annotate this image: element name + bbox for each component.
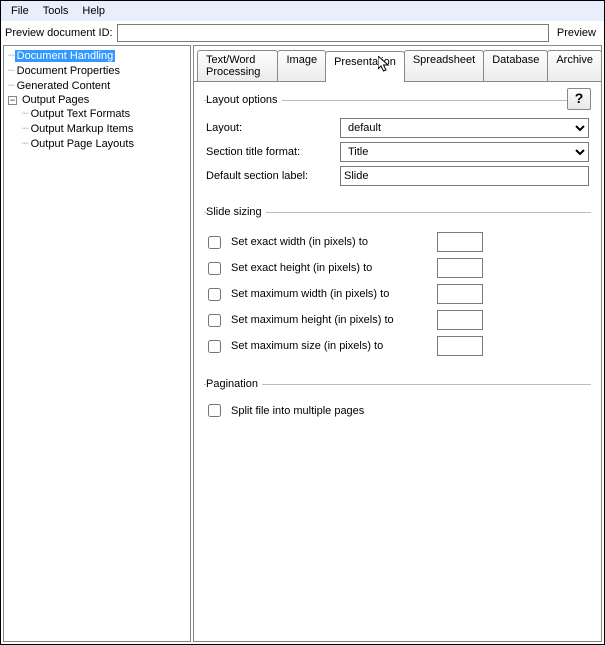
menu-help[interactable]: Help [76, 3, 111, 19]
max-height-input[interactable] [437, 310, 483, 330]
max-width-input[interactable] [437, 284, 483, 304]
layout-select[interactable]: default [340, 118, 589, 138]
section-title-format-select[interactable]: Title [340, 142, 589, 162]
tree-item-output-page-layouts[interactable]: ┈Output Page Layouts [22, 136, 190, 151]
max-height-label: Set maximum height (in pixels) to [231, 314, 431, 326]
exact-height-checkbox[interactable] [208, 262, 221, 275]
tree-item-output-markup-items[interactable]: ┈Output Markup Items [22, 121, 190, 136]
default-section-label-label: Default section label: [206, 170, 334, 182]
tab-text-word-processing[interactable]: Text/Word Processing [197, 50, 278, 81]
split-file-label: Split file into multiple pages [231, 405, 364, 417]
menu-file[interactable]: File [5, 3, 35, 19]
tabstrip: Text/Word Processing Image Presentation … [194, 50, 601, 82]
navigation-tree[interactable]: ┈Document Handling ┈Document Properties … [3, 45, 191, 642]
split-file-checkbox[interactable] [208, 404, 221, 417]
preview-toolbar: Preview document ID: Preview [1, 21, 604, 45]
menubar: File Tools Help [1, 1, 604, 21]
layout-label: Layout: [206, 122, 334, 134]
layout-options-legend: Layout options [206, 94, 282, 106]
exact-height-input[interactable] [437, 258, 483, 278]
tree-item-output-pages[interactable]: −Output Pages ┈Output Text Formats ┈Outp… [8, 93, 190, 152]
help-button[interactable]: ? [567, 88, 591, 110]
max-size-input[interactable] [437, 336, 483, 356]
slide-sizing-legend: Slide sizing [206, 206, 266, 218]
tab-archive[interactable]: Archive [547, 50, 602, 81]
max-height-checkbox[interactable] [208, 314, 221, 327]
max-size-checkbox[interactable] [208, 340, 221, 353]
exact-width-checkbox[interactable] [208, 236, 221, 249]
tab-database[interactable]: Database [483, 50, 548, 81]
tree-item-output-text-formats[interactable]: ┈Output Text Formats [22, 106, 190, 121]
preview-button[interactable]: Preview [553, 25, 600, 41]
tree-item-document-handling[interactable]: ┈Document Handling [8, 48, 190, 63]
slide-sizing-group: Slide sizing Set exact width (in pixels)… [204, 206, 591, 364]
exact-width-input[interactable] [437, 232, 483, 252]
tab-presentation[interactable]: Presentation [325, 51, 405, 82]
menu-tools[interactable]: Tools [37, 3, 75, 19]
tab-image[interactable]: Image [277, 50, 326, 81]
max-size-label: Set maximum size (in pixels) to [231, 340, 431, 352]
exact-height-label: Set exact height (in pixels) to [231, 262, 431, 274]
tab-spreadsheet[interactable]: Spreadsheet [404, 50, 484, 81]
tree-item-generated-content[interactable]: ┈Generated Content [8, 78, 190, 93]
exact-width-label: Set exact width (in pixels) to [231, 236, 431, 248]
preview-id-input[interactable] [117, 24, 549, 42]
preview-id-label: Preview document ID: [5, 27, 113, 39]
max-width-checkbox[interactable] [208, 288, 221, 301]
pagination-group: Pagination Split file into multiple page… [204, 378, 591, 425]
default-section-label-input[interactable] [340, 166, 589, 186]
content-pane: Text/Word Processing Image Presentation … [193, 45, 602, 642]
layout-options-group: Layout options Layout: default Section t… [204, 94, 591, 192]
collapse-icon[interactable]: − [8, 96, 17, 105]
tree-item-document-properties[interactable]: ┈Document Properties [8, 63, 190, 78]
max-width-label: Set maximum width (in pixels) to [231, 288, 431, 300]
pagination-legend: Pagination [206, 378, 262, 390]
tab-panel-presentation: ? Layout options Layout: default Section… [194, 82, 601, 641]
section-title-format-label: Section title format: [206, 146, 334, 158]
